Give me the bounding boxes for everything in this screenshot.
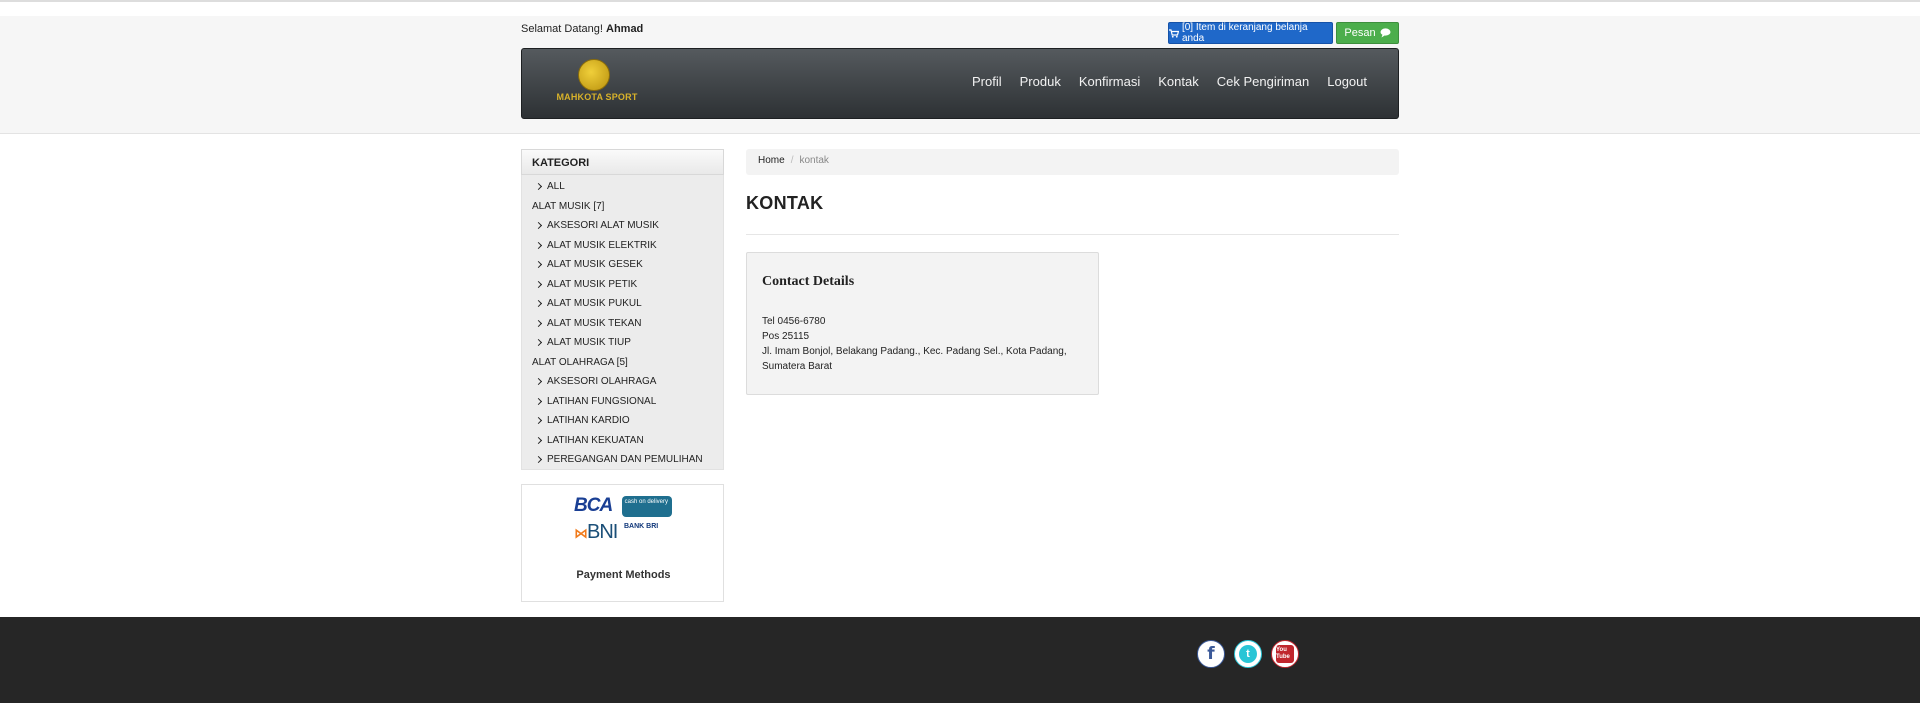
category-item[interactable]: ALAT MUSIK PETIK xyxy=(522,275,723,295)
footer xyxy=(0,617,1920,703)
contact-postal: Pos 25115 xyxy=(762,331,810,342)
category-label: ALAT MUSIK PETIK xyxy=(547,278,638,290)
pesan-label: Pesan xyxy=(1344,27,1376,39)
category-group[interactable]: ALAT OLAHRAGA [5] xyxy=(522,353,723,373)
cart-label: [0] Item di keranjang belanja anda xyxy=(1181,22,1308,44)
category-label: ALAT MUSIK TIUP xyxy=(547,337,631,349)
breadcrumb-home[interactable]: Home xyxy=(758,155,785,166)
contact-title: Contact Details xyxy=(762,274,855,289)
bni-text: BNI xyxy=(587,521,618,543)
category-item[interactable]: ALAT MUSIK TEKAN xyxy=(522,314,723,334)
breadcrumb-separator: / xyxy=(790,155,794,166)
chevron-right-icon xyxy=(534,417,543,425)
category-group-label: ALAT OLAHRAGA [5] xyxy=(532,356,628,368)
navbar: MAHKOTA SPORT Profil Produk Konfirmasi K… xyxy=(521,48,1399,119)
category-item[interactable]: LATIHAN KEKUATAN xyxy=(522,431,723,451)
chevron-right-icon xyxy=(534,280,543,288)
nav-konfirmasi[interactable]: Konfirmasi xyxy=(1070,74,1149,89)
chevron-right-icon xyxy=(534,397,543,405)
category-item[interactable]: ALAT MUSIK ELEKTRIK xyxy=(522,236,723,256)
category-item[interactable]: ALL xyxy=(522,177,723,197)
chevron-right-icon xyxy=(534,378,543,386)
category-label: AKSESORI ALAT MUSIK xyxy=(547,220,659,232)
payment-methods-box: BCA cash on delivery ⋈BNI BANK BRI Payme… xyxy=(521,484,724,602)
bca-logo: BCA xyxy=(574,495,613,516)
category-label: LATIHAN FUNGSIONAL xyxy=(547,395,657,407)
payment-methods-label: Payment Methods xyxy=(576,569,671,581)
category-label: ALAT MUSIK TEKAN xyxy=(547,317,642,329)
cart-icon xyxy=(1169,28,1179,38)
chat-bubble-icon xyxy=(1380,28,1391,38)
nav-produk[interactable]: Produk xyxy=(1011,74,1070,89)
youtube-icon[interactable]: You Tube xyxy=(1271,640,1299,668)
category-item[interactable]: ALAT MUSIK GESEK xyxy=(522,255,723,275)
logo-emblem xyxy=(578,59,610,91)
nav-logout[interactable]: Logout xyxy=(1318,74,1376,89)
sidebar: KATEGORI ALL ALAT MUSIK [7] AKSESORI ALA… xyxy=(521,149,724,470)
category-item[interactable]: ALAT MUSIK PUKUL xyxy=(522,294,723,314)
facebook-icon[interactable]: f xyxy=(1197,640,1225,668)
cod-logo: cash on delivery xyxy=(622,496,672,517)
category-item[interactable]: PEREGANGAN DAN PEMULIHAN xyxy=(522,450,723,470)
welcome-message: Selamat Datang! Ahmad xyxy=(521,23,643,35)
title-divider xyxy=(746,234,1399,235)
chevron-right-icon xyxy=(534,436,543,444)
site-logo[interactable]: MAHKOTA SPORT xyxy=(552,59,642,109)
pesan-button[interactable]: Pesan xyxy=(1336,22,1399,44)
category-label: ALAT MUSIK ELEKTRIK xyxy=(547,239,657,251)
contact-phone: Tel 0456-6780 xyxy=(762,316,826,327)
category-group[interactable]: ALAT MUSIK [7] xyxy=(522,197,723,217)
chevron-right-icon xyxy=(534,183,543,191)
category-item[interactable]: AKSESORI OLAHRAGA xyxy=(522,372,723,392)
chevron-right-icon xyxy=(534,319,543,327)
breadcrumb: Home / kontak xyxy=(746,149,1399,175)
top-divider xyxy=(0,0,1920,2)
twitter-icon[interactable]: t xyxy=(1234,640,1262,668)
category-label: AKSESORI OLAHRAGA xyxy=(547,376,657,388)
category-label: LATIHAN KEKUATAN xyxy=(547,434,644,446)
chevron-right-icon xyxy=(534,261,543,269)
category-list: ALL ALAT MUSIK [7] AKSESORI ALAT MUSIK A… xyxy=(521,175,724,470)
payment-logos: BCA cash on delivery ⋈BNI BANK BRI xyxy=(574,495,672,545)
contact-lines: Tel 0456-6780 Pos 25115 Jl. Imam Bonjol,… xyxy=(762,314,1082,374)
nav-kontak[interactable]: Kontak xyxy=(1149,74,1207,89)
category-group-label: ALAT MUSIK [7] xyxy=(532,200,605,212)
page-title: KONTAK xyxy=(746,193,824,213)
chevron-right-icon xyxy=(534,222,543,230)
category-item[interactable]: LATIHAN KARDIO xyxy=(522,411,723,431)
category-item[interactable]: AKSESORI ALAT MUSIK xyxy=(522,216,723,236)
contact-address: Jl. Imam Bonjol, Belakang Padang., Kec. … xyxy=(762,346,1067,372)
category-label: ALAT MUSIK GESEK xyxy=(547,259,643,271)
chevron-right-icon xyxy=(534,456,543,464)
chevron-right-icon xyxy=(534,339,543,347)
logo-text: MAHKOTA SPORT xyxy=(556,92,638,102)
category-heading: KATEGORI xyxy=(521,149,724,175)
nav-cek-pengiriman[interactable]: Cek Pengiriman xyxy=(1208,74,1319,89)
main-content: Home / kontak KONTAK Contact Details Tel 0… xyxy=(746,149,1399,395)
nav-profil[interactable]: Profil xyxy=(963,74,1011,89)
category-label: ALL xyxy=(547,181,565,193)
bni-logo: ⋈BNI xyxy=(574,521,622,543)
bni-mark-icon: ⋈ xyxy=(574,525,588,541)
welcome-prefix: Selamat Datang! xyxy=(521,23,603,35)
cart-button[interactable]: [0] Item di keranjang belanja anda xyxy=(1168,22,1333,44)
breadcrumb-current: kontak xyxy=(799,155,829,166)
user-name: Ahmad xyxy=(606,23,644,35)
chevron-right-icon xyxy=(534,241,543,249)
main-menu: Profil Produk Konfirmasi Kontak Cek Peng… xyxy=(963,74,1376,89)
twitter-bird-glyph: t xyxy=(1239,645,1257,663)
category-label: ALAT MUSIK PUKUL xyxy=(547,298,642,310)
category-item[interactable]: ALAT MUSIK TIUP xyxy=(522,333,723,353)
bri-logo: BANK BRI xyxy=(624,523,659,530)
chevron-right-icon xyxy=(534,300,543,308)
category-item[interactable]: LATIHAN FUNGSIONAL xyxy=(522,392,723,412)
contact-details-box: Contact Details Tel 0456-6780 Pos 25115 … xyxy=(746,252,1099,395)
category-label: PEREGANGAN DAN PEMULIHAN xyxy=(547,454,703,466)
youtube-glyph: You Tube xyxy=(1276,645,1294,663)
category-label: LATIHAN KARDIO xyxy=(547,415,630,427)
